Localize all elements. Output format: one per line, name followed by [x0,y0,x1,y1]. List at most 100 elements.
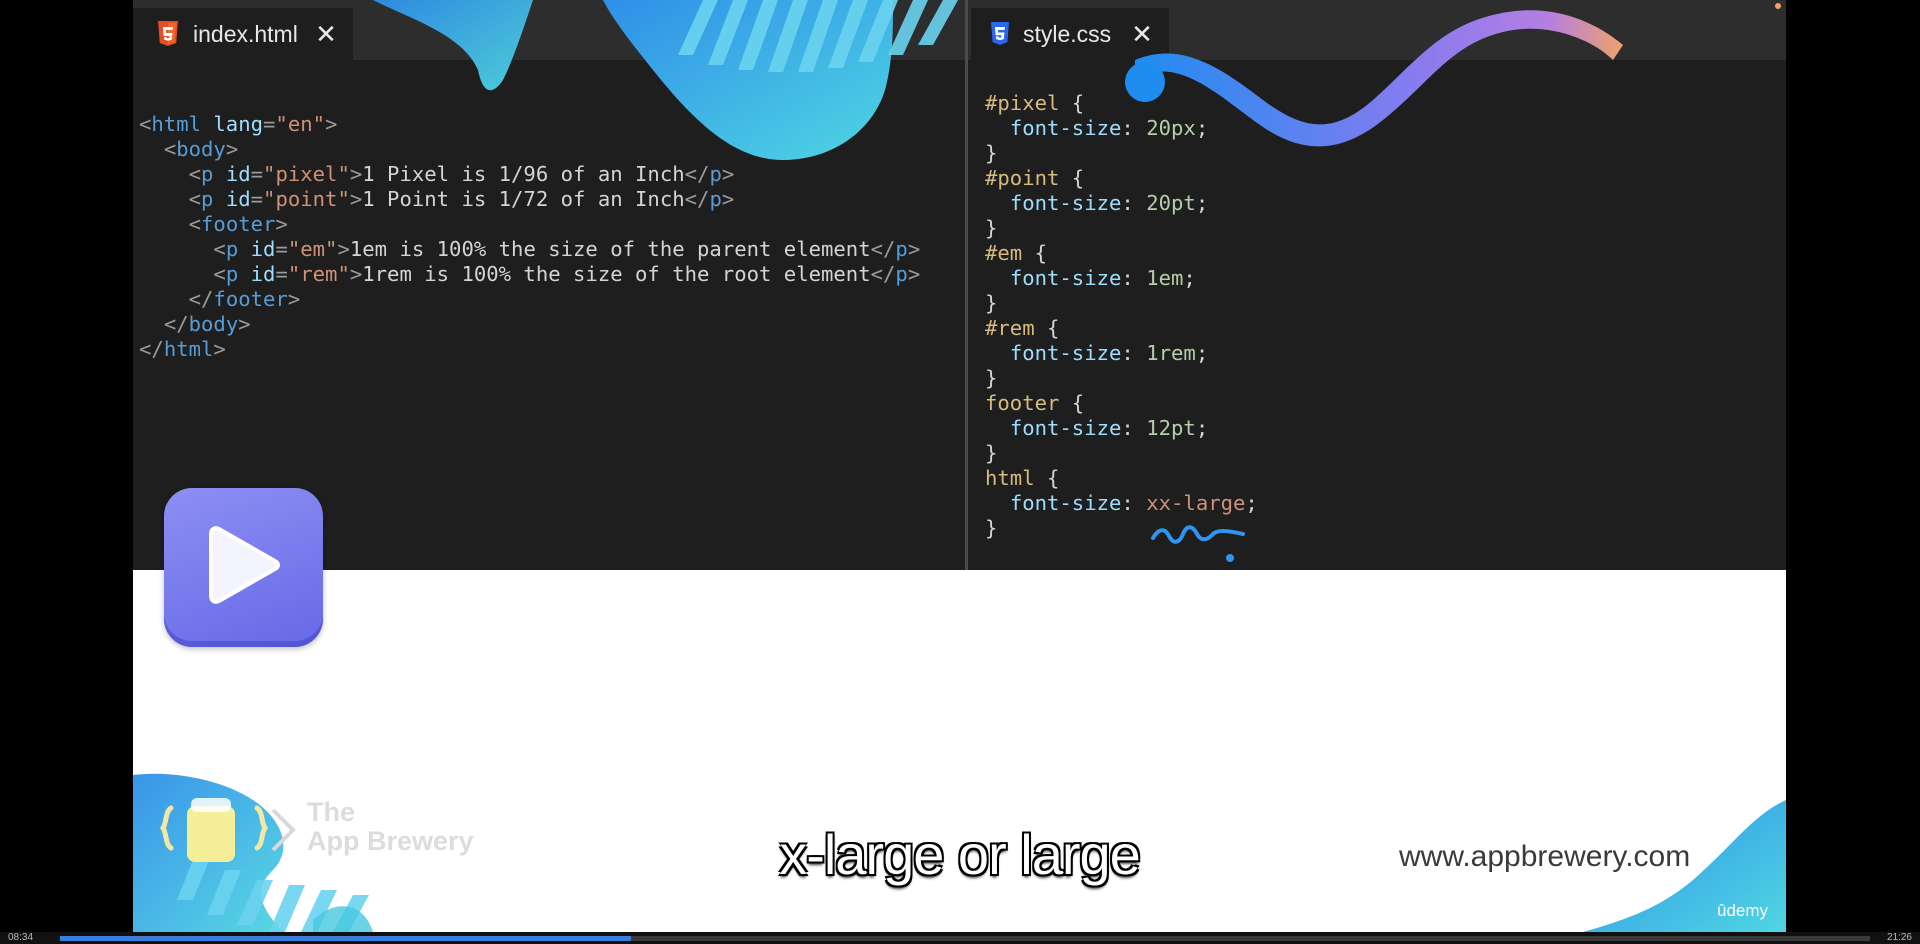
code-token: </ [163,312,189,336]
code-token: > [349,162,363,186]
code-line: } [985,366,1258,391]
css-code-block[interactable]: #pixel { font-size: 20px;} #point { font-… [985,91,1258,541]
code-token: id [250,262,276,286]
code-line: font-size: 12pt; [985,416,1258,441]
code-token: > [349,262,363,286]
play-button[interactable] [164,488,323,647]
elapsed-time: 08:34 [8,932,34,943]
code-line: #rem { [985,316,1258,341]
progress-fill [60,936,631,941]
code-token: 1 Point is 1/72 of an Inch [362,187,685,211]
code-token: < [213,262,226,286]
code-token: #rem [985,316,1035,340]
code-line: } [985,441,1258,466]
code-line: </body> [139,312,920,337]
code-token: > [337,237,350,261]
close-tab-icon[interactable]: ✕ [1125,19,1159,50]
tab-style-css[interactable]: style.css ✕ [971,8,1169,60]
code-editor: index.html ✕ style.css ✕ <html lang="en"… [133,0,1786,570]
code-token: ; [1195,116,1209,140]
code-line: <html lang="en"> [139,112,920,137]
code-token: } [985,516,998,540]
code-token: </ [870,262,896,286]
code-token: "point" [263,187,350,211]
code-token: > [349,187,363,211]
code-token: { [1059,166,1085,190]
code-token: 1rem is 100% the size of the root elemen… [362,262,871,286]
code-line: font-size: 1em; [985,266,1258,291]
code-line: } [985,141,1258,166]
code-line: </html> [139,337,920,362]
udemy-watermark: ûdemy [1717,901,1769,920]
code-token: > [213,337,226,361]
code-token: p [201,187,226,211]
code-token: { [1034,466,1060,490]
code-token: < [213,237,226,261]
code-token: font-size [1009,491,1122,515]
code-token: footer [985,391,1060,415]
code-token: font-size [1009,416,1122,440]
code-token: > [907,262,921,286]
code-token: 20px [1146,116,1196,140]
close-tab-icon[interactable]: ✕ [309,19,343,50]
code-line: #point { [985,166,1258,191]
video-frame[interactable]: index.html ✕ style.css ✕ <html lang="en"… [133,0,1786,932]
code-token: "em" [287,237,338,261]
code-token: : [1121,491,1147,515]
code-token: body [176,137,226,161]
code-token: "rem" [287,262,350,286]
pane-divider[interactable] [965,0,968,570]
code-token: p [709,187,722,211]
code-line: } [985,291,1258,316]
code-line: font-size: 20pt; [985,191,1258,216]
code-token: = [275,237,288,261]
code-token: > [721,187,735,211]
code-token: lang [213,112,264,136]
code-line: } [985,216,1258,241]
tab-index-html[interactable]: index.html ✕ [133,8,353,60]
code-token: { [1022,241,1048,265]
code-token: } [985,291,998,315]
code-line: <body> [139,137,920,162]
code-token: < [163,137,177,161]
code-token: = [250,187,264,211]
code-token: #pixel [985,91,1060,115]
code-token: </ [684,162,710,186]
total-time: 21:26 [1886,932,1912,943]
code-token: } [985,216,998,240]
code-token: : [1121,266,1147,290]
code-token: p [709,162,722,186]
code-token: < [188,162,202,186]
code-token: p [225,262,251,286]
code-token: ; [1245,491,1258,515]
code-token: > [325,112,338,136]
code-token: xx-large [1146,491,1246,515]
code-token: html [163,337,214,361]
code-token: id [250,237,276,261]
code-token: p [895,262,908,286]
progress-bar[interactable] [60,936,1870,941]
code-token: = [250,162,264,186]
code-token: p [225,237,251,261]
code-token: } [985,141,998,165]
code-token: : [1121,341,1147,365]
code-token: < [139,112,152,136]
code-line: #em { [985,241,1258,266]
code-token: : [1121,116,1147,140]
code-token: p [201,162,226,186]
css3-icon [991,22,1009,46]
html-code-block[interactable]: <html lang="en"> <body> <p id="pixel">1 … [139,112,920,362]
code-token: </ [188,287,214,311]
code-token: footer [213,287,288,311]
